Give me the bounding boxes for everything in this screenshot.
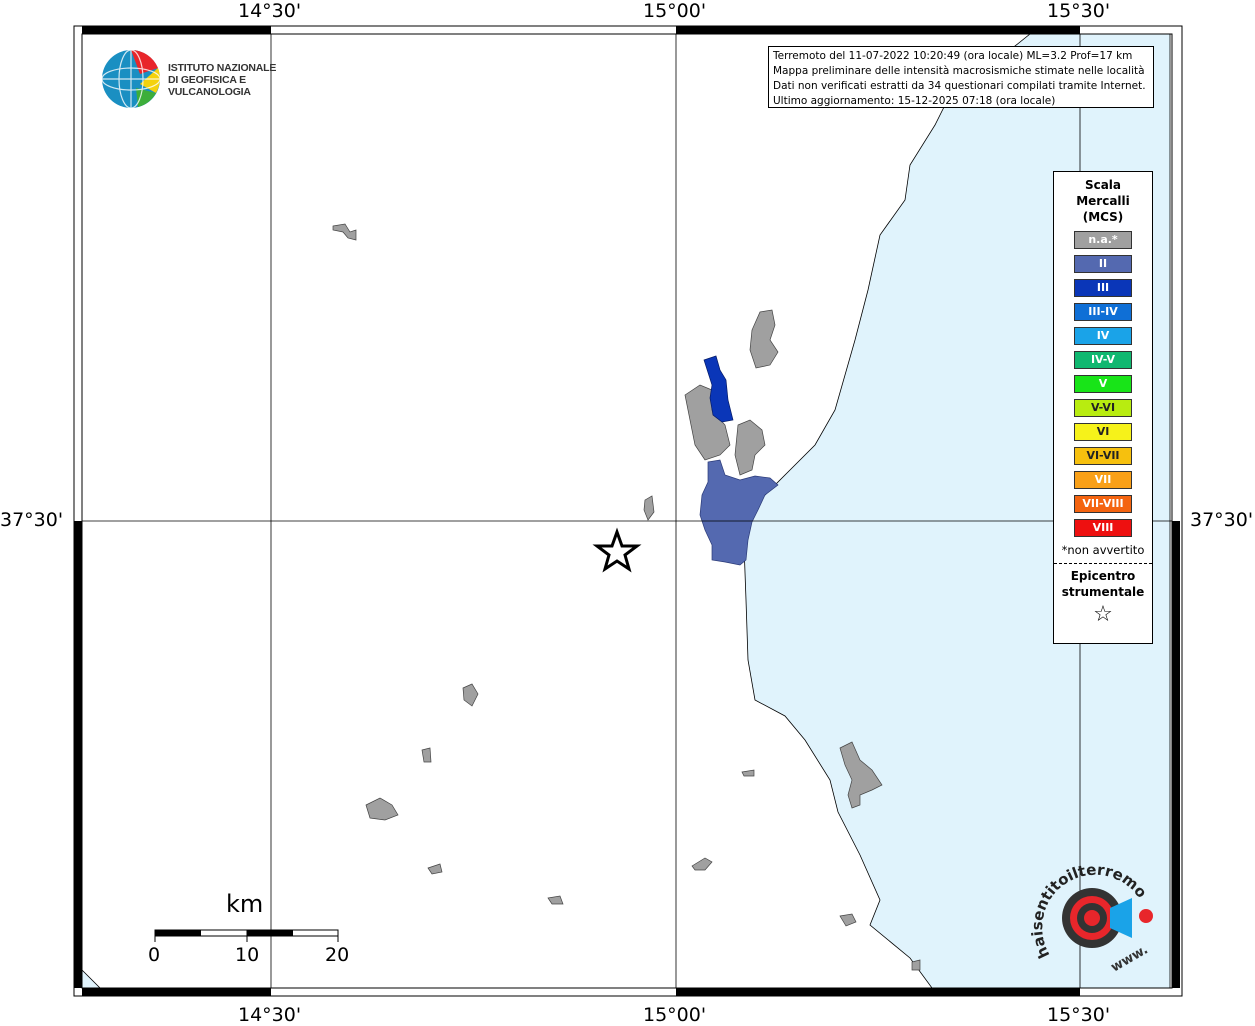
ingv-name-line1: ISTITUTO NAZIONALE [168,62,277,74]
legend-epicenter-line1: Epicentro [1070,569,1136,583]
legend-separator [1054,563,1152,564]
legend-star-icon: ☆ [1093,602,1113,627]
epicenter-star [592,527,642,573]
lon-label-bottom-1: 14°30' [238,1004,302,1026]
lat-label-right: 37°30' [1190,509,1254,531]
legend-item: VII [1074,471,1132,489]
legend-item: III [1074,279,1132,297]
lon-label-top-3: 15°30' [1047,0,1111,22]
scale-bar-label-0: 0 [148,944,161,966]
scale-bar-label-20: 20 [325,944,350,966]
scale-bar [154,929,339,942]
ingv-name: ISTITUTO NAZIONALE DI GEOFISICA E VULCAN… [168,62,320,98]
legend-item: n.a.* [1074,231,1132,249]
ingv-logo: ISTITUTO NAZIONALE DI GEOFISICA E VULCAN… [100,48,320,110]
legend-title-line3: (MCS) [1082,210,1124,224]
legend-title-line2: Mercalli [1076,194,1130,208]
lon-label-bottom-3: 15°30' [1047,1004,1111,1026]
lat-label-left: 37°30' [0,509,64,531]
legend-item: VI [1074,423,1132,441]
event-info-line1: Terremoto del 11-07-2022 10:20:49 (ora l… [773,50,1133,62]
lon-label-bottom-2: 15°00' [643,1004,707,1026]
legend-item: VI-VII [1074,447,1132,465]
legend-title: Scala Mercalli (MCS) [1054,177,1152,225]
legend-item: III-IV [1074,303,1132,321]
haisentito-url-prefix: www. [1109,942,1151,975]
legend-item: VIII [1074,519,1132,537]
event-info-line4: Ultimo aggiornamento: 15-12-2025 07:18 (… [773,95,1056,107]
legend-item: VII-VIII [1074,495,1132,513]
legend-item: V-VI [1074,399,1132,417]
ingv-name-line2: DI GEOFISICA E VULCANOLOGIA [168,74,251,98]
event-info-line3: Dati non verificati estratti da 34 quest… [773,80,1146,92]
scale-bar-unit: km [226,890,264,918]
mcs-legend: Scala Mercalli (MCS) n.a.* II III III-IV IV I… [1053,171,1153,644]
lon-label-top-1: 14°30' [238,0,302,22]
legend-item: II [1074,255,1132,273]
legend-item: IV-V [1074,351,1132,369]
event-info-box: Terremoto del 11-07-2022 10:20:49 (ora l… [768,46,1154,108]
haisentito-logo: haisentitoilterremoto.it www. [1025,846,1160,980]
legend-item: IV [1074,327,1132,345]
legend-items: n.a.* II III III-IV IV IV-V V V-VI VI VI-VII VII VI… [1054,231,1152,537]
lon-label-top-2: 15°00' [643,0,707,22]
haisentito-logo-graphic: haisentitoilterremoto.it www. [1025,846,1153,975]
legend-title-line1: Scala [1084,178,1122,192]
ingv-globe-icon [101,49,161,109]
legend-epicenter-line2: strumentale [1061,585,1145,599]
coast-bottom-left [81,969,101,989]
legend-epicenter-label: Epicentro strumentale [1054,568,1152,600]
legend-item: V [1074,375,1132,393]
scale-bar-label-10: 10 [235,944,260,966]
legend-note: *non avvertito [1061,543,1145,557]
event-info-line2: Mappa preliminare delle intensità macros… [773,65,1145,77]
